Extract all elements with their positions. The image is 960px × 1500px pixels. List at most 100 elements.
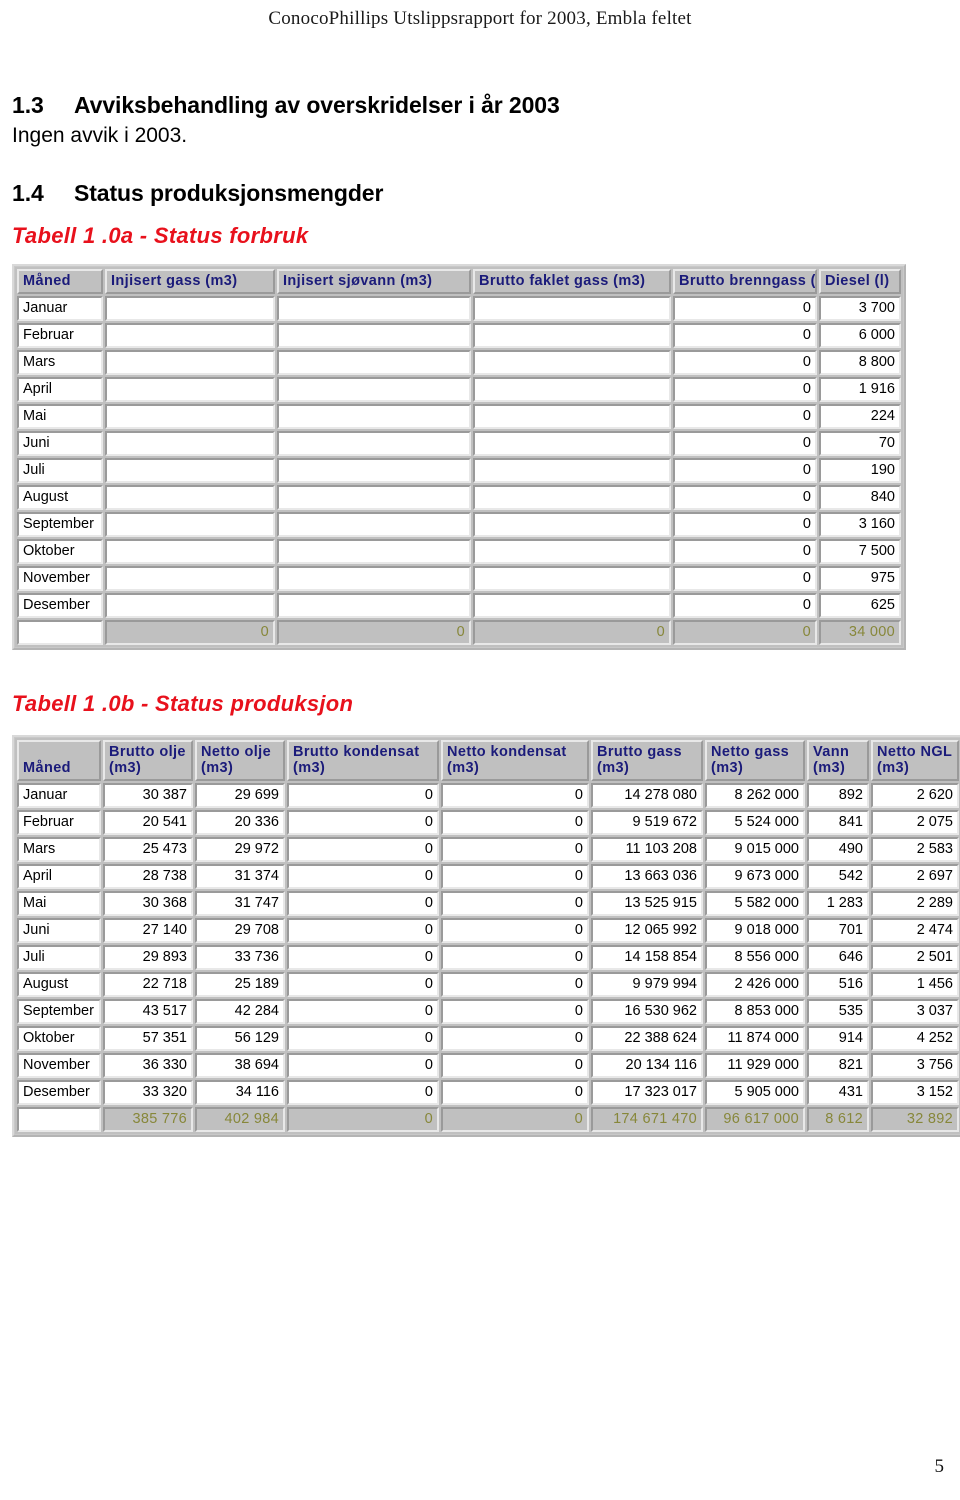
- section-title-1-4: Status produksjonsmengder: [74, 180, 384, 206]
- cell-brutto-olje: 30 387: [103, 783, 193, 808]
- table-row: April 0 1 916: [17, 377, 901, 402]
- cell-brutto-brenngass: 0: [673, 485, 817, 510]
- table-row: August 0 840: [17, 485, 901, 510]
- cell-netto-gass: 11 874 000: [705, 1026, 805, 1051]
- table-a-total-row: 0 0 0 0 34 000: [17, 620, 901, 645]
- col-header-injisert-gass: Injisert gass (m3): [105, 269, 275, 294]
- cell-month: Desember: [17, 1080, 101, 1105]
- cell-month: November: [17, 566, 103, 591]
- line1: Netto gass: [711, 744, 790, 760]
- line2: (m3): [597, 760, 630, 776]
- col-header-injisert-sjovann: Injisert sjøvann (m3): [277, 269, 471, 294]
- cell-netto-kondensat: 0: [441, 1026, 589, 1051]
- cell-injisert-gass: [105, 323, 275, 348]
- cell-netto-olje: 29 708: [195, 918, 285, 943]
- table-row: Mai 30 368 31 747 0 0 13 525 915 5 582 000 1 28…: [17, 891, 959, 916]
- cell-total-vann: 8 612: [807, 1107, 869, 1132]
- cell-netto-ngl: 2 583: [871, 837, 959, 862]
- cell-vann: 542: [807, 864, 869, 889]
- cell-brutto-gass: 20 134 116: [591, 1053, 703, 1078]
- cell-brutto-faklet-gass: [473, 323, 671, 348]
- cell-netto-gass: 9 018 000: [705, 918, 805, 943]
- cell-injisert-sjovann: [277, 539, 471, 564]
- cell-brutto-olje: 57 351: [103, 1026, 193, 1051]
- cell-netto-olje: 38 694: [195, 1053, 285, 1078]
- cell-brutto-faklet-gass: [473, 593, 671, 618]
- cell-brutto-gass: 14 278 080: [591, 783, 703, 808]
- cell-netto-gass: 8 262 000: [705, 783, 805, 808]
- cell-netto-gass: 5 582 000: [705, 891, 805, 916]
- cell-brutto-faklet-gass: [473, 539, 671, 564]
- cell-brutto-brenngass: 0: [673, 593, 817, 618]
- table-row: Mars 25 473 29 972 0 0 11 103 208 9 015 000 490…: [17, 837, 959, 862]
- cell-brutto-olje: 27 140: [103, 918, 193, 943]
- cell-month: Juli: [17, 458, 103, 483]
- col-header-brutto-olje: Brutto olje (m3): [103, 740, 193, 781]
- cell-total-netto-olje: 402 984: [195, 1107, 285, 1132]
- cell-brutto-brenngass: 0: [673, 458, 817, 483]
- cell-brutto-olje: 29 893: [103, 945, 193, 970]
- line2: (m3): [293, 760, 326, 776]
- table-b-container: Måned Brutto olje (m3) Netto olje (m3) Bru…: [12, 735, 960, 1137]
- cell-netto-gass: 9 015 000: [705, 837, 805, 862]
- cell-brutto-kondensat: 0: [287, 891, 439, 916]
- cell-brutto-olje: 28 738: [103, 864, 193, 889]
- line1: Netto NGL: [877, 744, 953, 760]
- table-b-caption: Tabell 1 .0b - Status produksjon: [12, 691, 354, 716]
- cell-brutto-gass: 13 525 915: [591, 891, 703, 916]
- cell-netto-kondensat: 0: [441, 972, 589, 997]
- cell-total-injisert-sjovann: 0: [277, 620, 471, 645]
- cell-injisert-sjovann: [277, 458, 471, 483]
- cell-brutto-gass: 9 979 994: [591, 972, 703, 997]
- cell-total-diesel: 34 000: [819, 620, 901, 645]
- cell-month: Juni: [17, 431, 103, 456]
- page-content: 1.3 Avviksbehandling av overskridelser i …: [12, 90, 960, 1142]
- cell-vann: 490: [807, 837, 869, 862]
- col-header-diesel: Diesel (l): [819, 269, 901, 294]
- col-header-maned-line1: Måned: [23, 760, 71, 776]
- cell-netto-kondensat: 0: [441, 891, 589, 916]
- cell-injisert-sjovann: [277, 593, 471, 618]
- cell-month: Oktober: [17, 539, 103, 564]
- cell-netto-gass: 2 426 000: [705, 972, 805, 997]
- line1: Netto kondensat: [447, 744, 567, 760]
- cell-month: Desember: [17, 593, 103, 618]
- cell-diesel: 1 916: [819, 377, 901, 402]
- status-forbruk-table: Måned Injisert gass (m3) Injisert sjøvan…: [15, 267, 903, 647]
- cell-vann: 646: [807, 945, 869, 970]
- table-b-body: Januar 30 387 29 699 0 0 14 278 080 8 262 000 8…: [17, 783, 959, 1132]
- cell-injisert-gass: [105, 431, 275, 456]
- page-number: 5: [934, 1456, 945, 1477]
- cell-brutto-olje: 20 541: [103, 810, 193, 835]
- cell-total-brutto-olje: 385 776: [103, 1107, 193, 1132]
- cell-diesel: 840: [819, 485, 901, 510]
- cell-injisert-gass: [105, 539, 275, 564]
- cell-total-brutto-brenngass: 0: [673, 620, 817, 645]
- cell-month: Februar: [17, 323, 103, 348]
- line1: Brutto kondensat: [293, 744, 420, 760]
- col-header-maned: Måned: [17, 740, 101, 781]
- running-head: ConocoPhillips Utslippsrapport for 2003,…: [268, 8, 692, 29]
- section-title-1-3: Avviksbehandling av overskridelser i år …: [74, 92, 560, 118]
- cell-netto-kondensat: 0: [441, 1080, 589, 1105]
- cell-diesel: 7 500: [819, 539, 901, 564]
- cell-vann: 516: [807, 972, 869, 997]
- cell-month: Mars: [17, 350, 103, 375]
- cell-brutto-gass: 13 663 036: [591, 864, 703, 889]
- table-row: Juli 0 190: [17, 458, 901, 483]
- cell-injisert-gass: [105, 350, 275, 375]
- col-header-brutto-faklet-gass: Brutto faklet gass (m3): [473, 269, 671, 294]
- cell-netto-kondensat: 0: [441, 999, 589, 1024]
- cell-netto-olje: 34 116: [195, 1080, 285, 1105]
- cell-diesel: 8 800: [819, 350, 901, 375]
- cell-total-label: [17, 1107, 101, 1132]
- cell-netto-kondensat: 0: [441, 810, 589, 835]
- cell-brutto-brenngass: 0: [673, 512, 817, 537]
- cell-brutto-kondensat: 0: [287, 945, 439, 970]
- cell-brutto-brenngass: 0: [673, 404, 817, 429]
- col-header-netto-kondensat: Netto kondensat (m3): [441, 740, 589, 781]
- line2: (m3): [711, 760, 744, 776]
